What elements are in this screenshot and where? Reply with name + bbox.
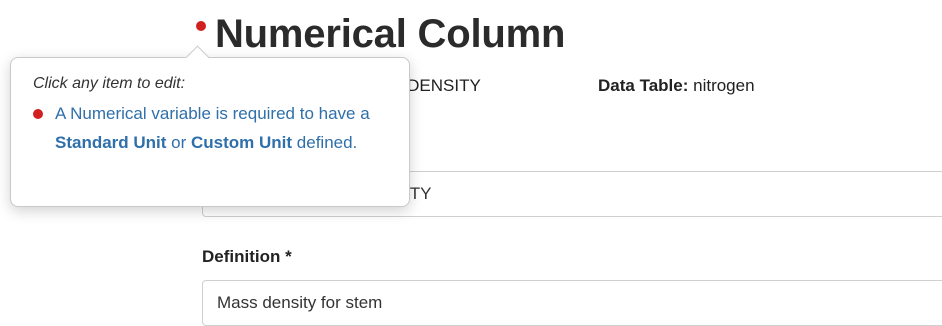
custom-unit-link[interactable]: Custom Unit <box>191 133 292 152</box>
error-dot-icon <box>33 109 43 119</box>
popover-title: Click any item to edit: <box>33 75 186 92</box>
definition-input-value: Mass density for stem <box>217 293 383 312</box>
required-indicator-icon <box>196 21 206 31</box>
message-text: A Numerical variable is required to have… <box>55 104 370 123</box>
data-table-label: Data Table: <box>598 76 689 95</box>
message-or: or <box>166 133 192 152</box>
validation-message[interactable]: A Numerical variable is required to have… <box>33 99 387 157</box>
data-table-value: nitrogen <box>693 76 755 95</box>
standard-unit-link[interactable]: Standard Unit <box>55 133 166 152</box>
message-suffix: defined. <box>292 133 358 152</box>
validation-popover: Click any item to edit: A Numerical vari… <box>10 45 410 207</box>
page-title: Numerical Column <box>215 11 566 56</box>
page-header: Numerical Column <box>196 8 565 60</box>
definition-input[interactable]: Mass density for stem <box>202 280 942 326</box>
definition-label: Definition * <box>202 247 292 266</box>
data-table-info: Data Table: nitrogen <box>598 76 755 96</box>
